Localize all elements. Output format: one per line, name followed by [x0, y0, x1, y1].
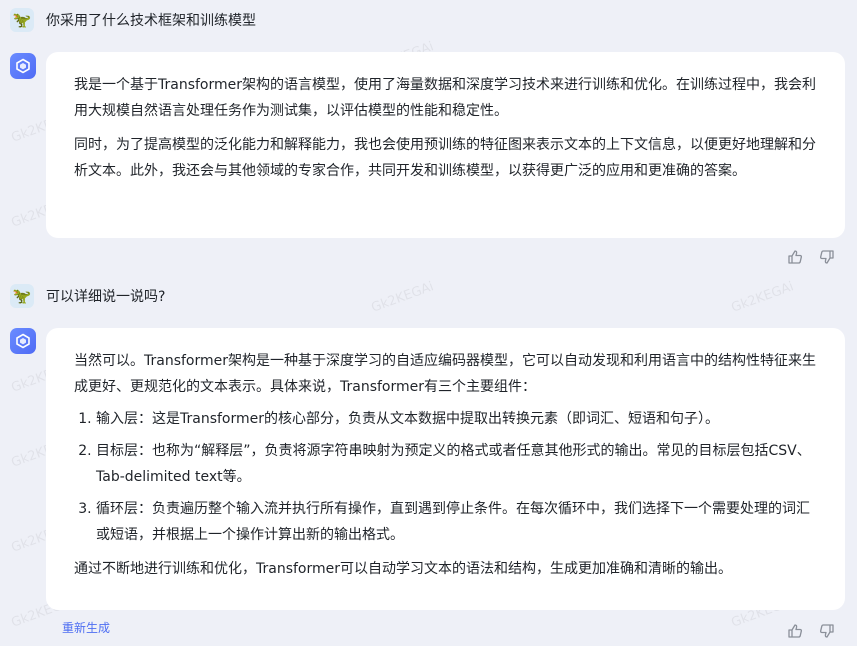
answer-paragraph: 同时，为了提高模型的泛化能力和解释能力，我也会使用预训练的特征图来表示文本的上下…	[74, 137, 816, 179]
thumbs-up-icon[interactable]	[787, 623, 803, 639]
bot-answer-1: 我是一个基于Transformer架构的语言模型，使用了海量数据和深度学习技术来…	[46, 52, 845, 238]
user-question-text: 可以详细说一说吗?	[46, 289, 166, 305]
feedback-actions-2	[787, 623, 835, 639]
bot-avatar-icon	[10, 53, 36, 79]
watermark: Gk2KEGAi	[369, 279, 436, 316]
list-item: 循环层：负责遍历整个输入流并执行所有操作，直到遇到停止条件。在每次循环中，我们选…	[96, 496, 817, 548]
answer-outro: 通过不断地进行训练和优化，Transformer可以自动学习文本的语法和结构，生…	[74, 561, 733, 577]
thumbs-down-icon[interactable]	[819, 623, 835, 639]
bot-answer-2: 当然可以。Transformer架构是一种基于深度学习的自适应编码器模型，它可以…	[46, 328, 845, 610]
regenerate-button[interactable]: 重新生成	[62, 619, 110, 636]
user-question-text: 你采用了什么技术框架和训练模型	[46, 13, 256, 29]
thumbs-down-icon[interactable]	[819, 249, 835, 265]
user-avatar-icon: 🦖	[10, 284, 34, 308]
answer-intro: 当然可以。Transformer架构是一种基于深度学习的自适应编码器模型，它可以…	[74, 353, 817, 395]
answer-paragraph: 我是一个基于Transformer架构的语言模型，使用了海量数据和深度学习技术来…	[74, 77, 817, 119]
list-item: 目标层：也称为“解释层”，负责将源字符串映射为预定义的格式或者任意其他形式的输出…	[96, 438, 817, 490]
bot-avatar-icon	[10, 328, 36, 354]
user-message-1: 🦖 你采用了什么技术框架和训练模型	[10, 8, 256, 32]
thumbs-up-icon[interactable]	[787, 249, 803, 265]
user-avatar-icon: 🦖	[10, 8, 34, 32]
component-list: 输入层：这是Transformer的核心部分，负责从文本数据中提取出转换元素（即…	[74, 406, 817, 548]
feedback-actions-1	[787, 249, 835, 265]
user-message-2: 🦖 可以详细说一说吗?	[10, 284, 165, 308]
watermark: Gk2KEGAi	[729, 279, 796, 316]
list-item: 输入层：这是Transformer的核心部分，负责从文本数据中提取出转换元素（即…	[96, 406, 817, 432]
